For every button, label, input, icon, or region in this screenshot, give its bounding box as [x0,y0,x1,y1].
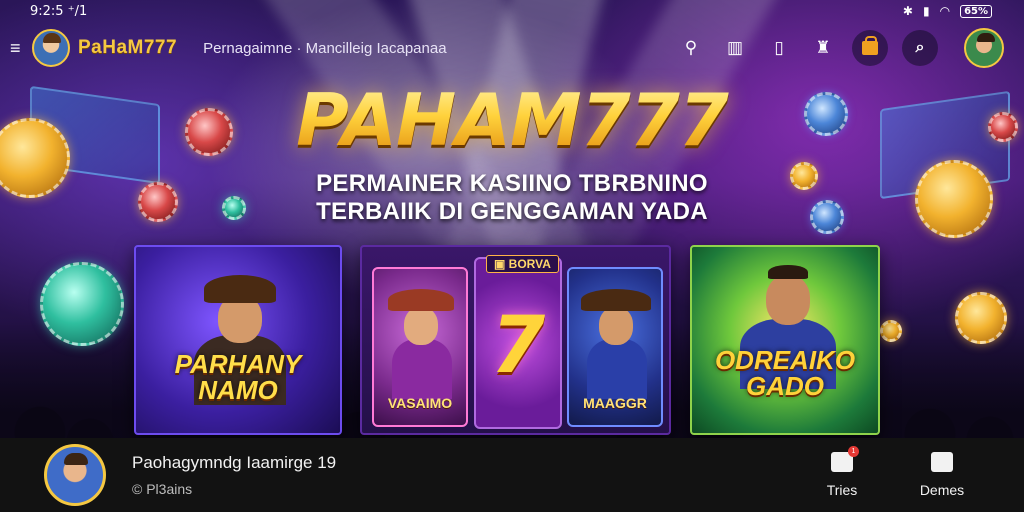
status-bar: 9:2:5 ⁺/1 ✱ ▮ ◠ 65% [0,0,1024,22]
action-demes-label: Demes [919,482,965,498]
bottom-bar: Paohagymndg Iaamirge 19 © Pl3ains 1 Trie… [0,438,1024,512]
seven-symbol: 7 [490,301,546,391]
brand-avatar[interactable] [32,29,70,67]
panel-seven: 7 [474,257,562,429]
coin-decoration [880,320,902,342]
status-time: 9:2:5 ⁺/1 [30,3,88,19]
panel-maaggr-label: MAAGGR [583,395,647,411]
action-tries-label: Tries [826,482,858,498]
profile-subtitle: © Pl3ains [132,481,193,497]
nav-links[interactable]: Pernagaimne · Mancilleig Iacapanaa [203,40,446,57]
action-demes[interactable]: Demes [914,452,970,498]
panel-maaggr: MAAGGR [567,267,663,427]
game-card-left[interactable]: PARHANY NAMO [134,245,342,435]
signal-icon: ▮ [922,4,930,18]
card-left-label-line1: PARHANY [174,349,302,379]
bottom-actions: 1 Tries Demes [814,446,970,498]
location-icon[interactable]: ⚲ [676,33,706,63]
panel-vasaimo: VASAIMO [372,267,468,427]
game-card-right[interactable]: ODREAIKO GADO [690,245,880,435]
bag-icon [862,36,878,55]
profile-info: Paohagymndg Iaamirge 19 © Pl3ains [132,453,336,497]
bonus-tag: ▣ BORVA [486,255,559,273]
panel-vasaimo-label: VASAIMO [387,395,453,411]
tablet-icon[interactable]: ▯ [764,33,794,63]
status-icons: ✱ ▮ ◠ 65% [903,4,992,18]
card-right-label-line2: GADO [746,371,824,401]
bonus-tag-label: BORVA [508,257,551,271]
trophy-icon[interactable]: ♜ [808,33,838,63]
profile-title: Paohagymndg Iaamirge 19 [132,453,337,472]
top-nav: ≡ PaHaM777 Pernagaimne · Mancilleig Iaca… [0,26,1024,70]
hero-subtitle-line1: PERMAINER KASIINO TBRBNINO [316,170,708,197]
menu-icon[interactable]: ≡ [10,38,28,59]
bonus-icon: ▣ [494,257,509,271]
action-tries[interactable]: 1 Tries [814,446,870,498]
battery-indicator: 65% [960,4,992,18]
search-icon: ⌕ [915,39,925,56]
wifi-icon: ◠ [939,4,951,18]
nav-icons: ⚲ ▥ ▯ ♜ ⌕ [676,28,1004,68]
hero-subtitle-line2: TERBAIIK DI GENGGAMAN YADA [316,198,708,225]
gift-icon: 1 [831,446,859,472]
card-left-label-line2: NAMO [198,375,278,405]
coin-decoration [955,292,1007,344]
profile-avatar[interactable] [44,444,106,506]
bookmark-icon [931,452,953,472]
game-card-middle[interactable]: VASAIMO 7 ▣ BORVA MAAGGR [360,245,671,435]
brand-name[interactable]: PaHaM777 [78,37,177,59]
card-right-label-line1: ODREAIKO [714,345,856,375]
search-button[interactable]: ⌕ [902,30,938,66]
bluetooth-icon: ✱ [902,4,913,18]
slots-icon[interactable]: ▥ [720,33,750,63]
wallet-button[interactable] [852,30,888,66]
notification-badge: 1 [848,446,859,457]
user-avatar[interactable] [964,28,1004,68]
chip-decoration [40,262,124,346]
hero-title: PAHAM777 [0,78,1024,162]
